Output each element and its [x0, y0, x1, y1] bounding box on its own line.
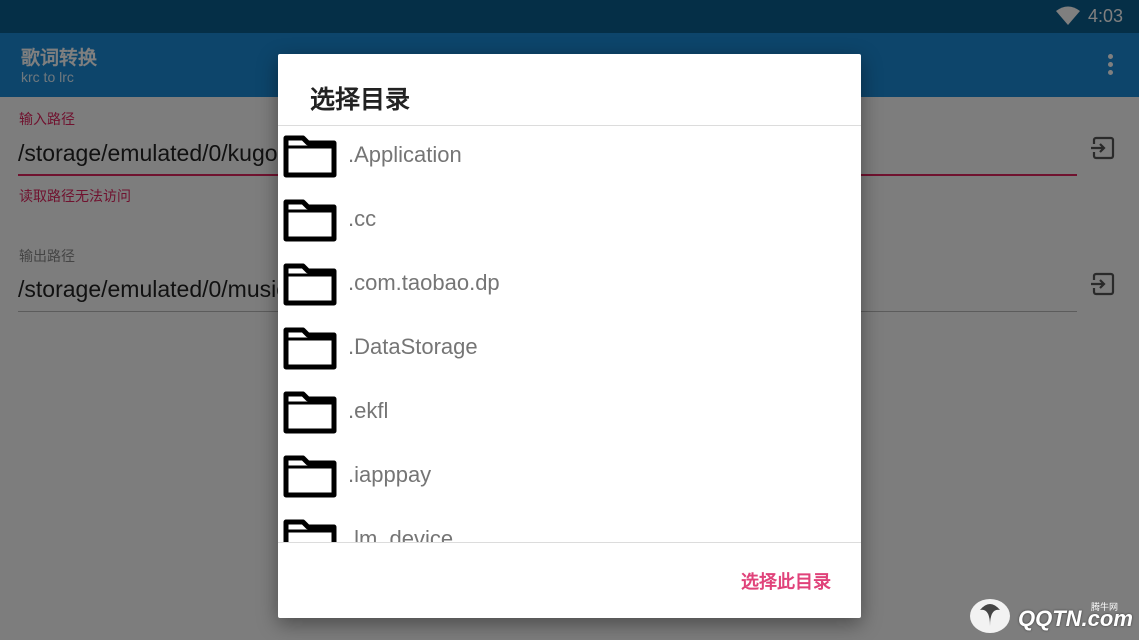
directory-name: .Application	[348, 142, 462, 167]
directory-item[interactable]: .cc	[278, 190, 861, 254]
folder-icon	[283, 199, 337, 242]
directory-name: .cc	[348, 206, 377, 231]
directory-item[interactable]: .DataStorage	[278, 318, 861, 382]
watermark: 腾牛网 QQTN.com	[968, 596, 1134, 636]
directory-name: .iapppay	[348, 462, 432, 487]
choose-directory-dialog: 选择目录 .Application .cc .com.taobao.dp .DataS…	[278, 54, 861, 618]
directory-name: .lm_device	[348, 526, 454, 542]
directory-item[interactable]: .ekfl	[278, 382, 861, 446]
folder-icon	[283, 519, 337, 542]
watermark-text: QQTN.com	[1018, 606, 1133, 631]
folder-icon	[283, 327, 337, 370]
select-directory-button[interactable]: 选择此目录	[741, 568, 831, 594]
directory-name: .ekfl	[348, 398, 389, 423]
folder-icon	[283, 455, 337, 498]
directory-item[interactable]: .com.taobao.dp	[278, 254, 861, 318]
directory-item[interactable]: .lm_device	[278, 510, 861, 542]
divider	[278, 542, 861, 543]
directory-list[interactable]: .Application .cc .com.taobao.dp .DataStorag…	[278, 126, 861, 542]
folder-icon	[283, 391, 337, 434]
dialog-title: 选择目录	[310, 85, 411, 114]
watermark-logo-icon	[970, 599, 1010, 633]
folder-icon	[283, 135, 337, 178]
folder-icon	[283, 263, 337, 306]
directory-item[interactable]: .iapppay	[278, 446, 861, 510]
directory-name: .com.taobao.dp	[348, 270, 500, 295]
directory-item[interactable]: .Application	[278, 126, 861, 190]
directory-name: .DataStorage	[348, 334, 478, 359]
